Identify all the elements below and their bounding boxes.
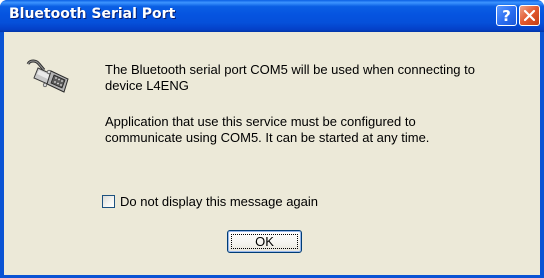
close-icon [523,9,536,22]
message-line: The Bluetooth serial port COM5 will be u… [105,62,475,77]
svg-text:?: ? [502,7,511,25]
dont-show-again-option[interactable]: Do not display this message again [102,193,318,209]
dont-show-again-checkbox[interactable] [102,194,115,208]
window-title: Bluetooth Serial Port [9,6,176,22]
message-line: communicate using COM5. It can be starte… [105,130,430,145]
serial-port-icon [26,59,69,93]
help-button[interactable]: ? [496,5,517,26]
message-paragraph-1: The Bluetooth serial port COM5 will be u… [105,62,475,94]
close-button[interactable] [519,5,540,26]
help-icon: ? [502,7,511,25]
ok-button[interactable]: OK [227,230,302,253]
dialog-window: Bluetooth Serial Port ? The Bluetooth se… [0,0,544,278]
message-paragraph-2: Application that use this service must b… [105,114,429,146]
message-line: device L4ENG [105,78,189,93]
dialog-body: The Bluetooth serial port COM5 will be u… [4,32,540,275]
ok-button-label: OK [255,234,274,249]
title-bar[interactable]: Bluetooth Serial Port ? [0,0,544,32]
message-line: Application that use this service must b… [105,114,416,129]
dont-show-again-label[interactable]: Do not display this message again [120,194,318,209]
